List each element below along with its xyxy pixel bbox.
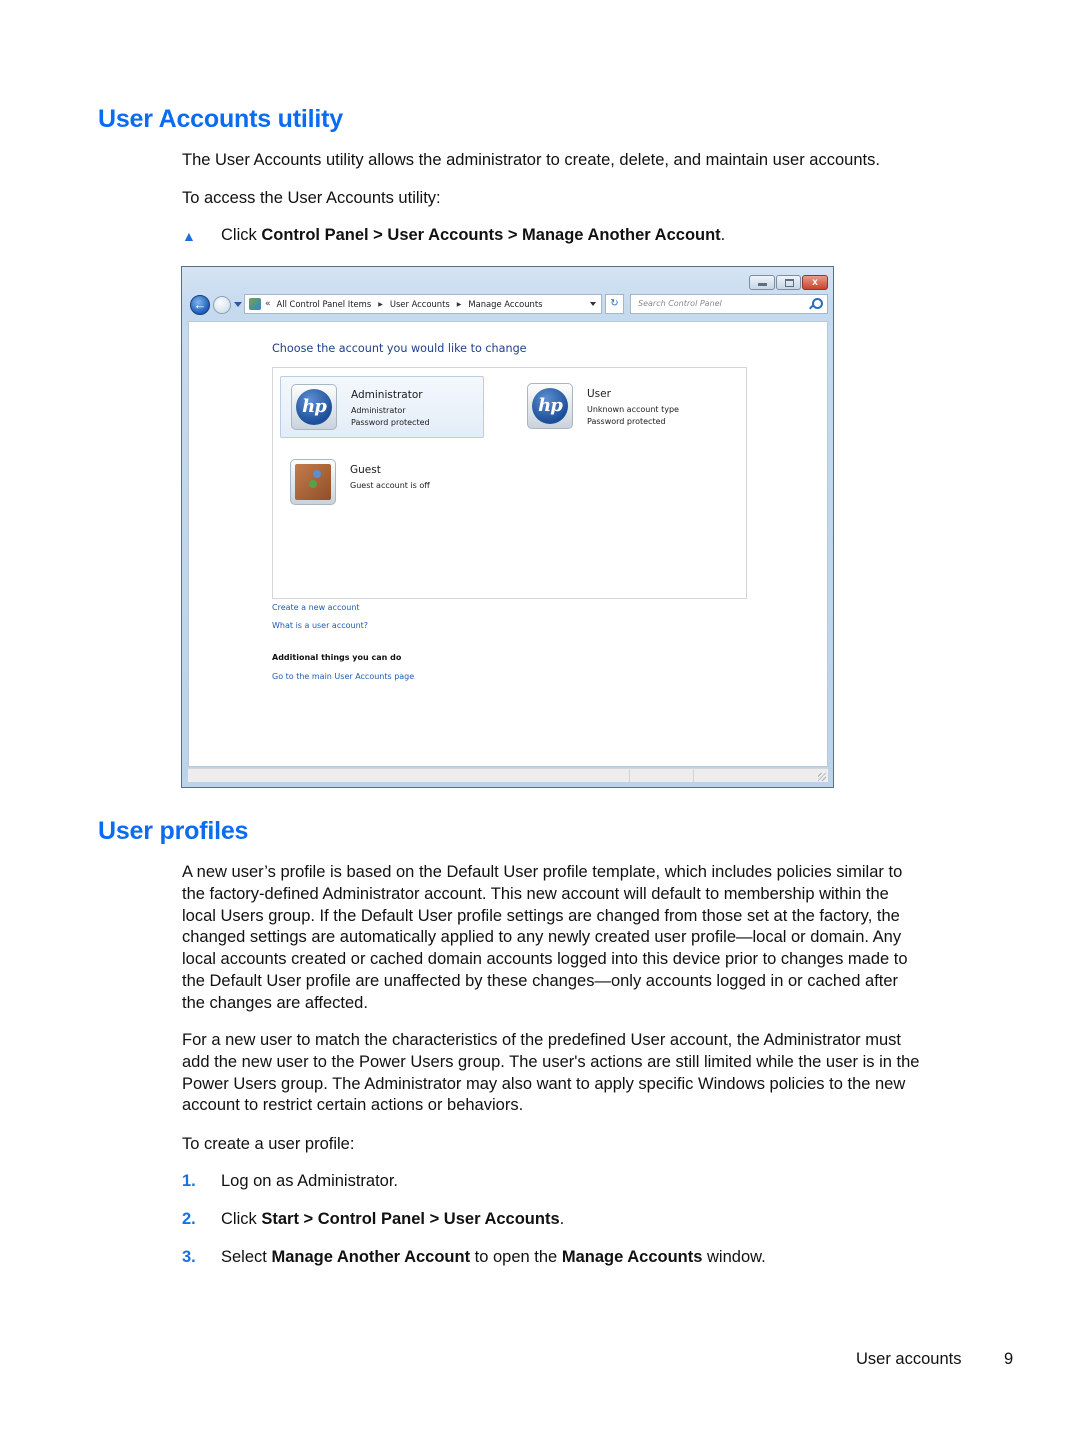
close-button[interactable]: x <box>802 275 828 290</box>
instruction-prefix: Click <box>221 226 262 244</box>
back-button[interactable]: ← <box>190 295 210 315</box>
search-placeholder: Search Control Panel <box>638 299 722 308</box>
additional-things-heading: Additional things you can do <box>272 653 402 662</box>
overflow-chevron-icon[interactable]: « <box>265 299 271 309</box>
search-icon[interactable] <box>812 298 823 309</box>
step-text: Click <box>221 1210 262 1228</box>
step-text: . <box>559 1210 565 1228</box>
step-emphasis: Manage Accounts <box>561 1248 703 1266</box>
account-name: Guest <box>350 464 381 476</box>
control-panel-icon <box>249 298 261 310</box>
account-tile-administrator[interactable]: hp Administrator Administrator Password … <box>280 376 484 438</box>
breadcrumb-separator-icon[interactable]: ▶ <box>457 301 462 308</box>
step-path: Start > Control Panel > User Accounts <box>261 1210 560 1228</box>
minimize-button[interactable] <box>749 275 775 290</box>
instruction-path: Control Panel > User Accounts > Manage A… <box>261 226 721 244</box>
address-bar[interactable]: « All Control Panel Items ▶ User Account… <box>244 294 602 314</box>
step-text: window. <box>702 1248 766 1266</box>
text-line: For a new user to match the characterist… <box>182 1031 901 1049</box>
manage-accounts-window-screenshot: x ← « All Control Panel Items ▶ User Acc… <box>181 266 834 788</box>
breadcrumb-separator-icon[interactable]: ▶ <box>378 301 383 308</box>
breadcrumb-all-control-panel-items[interactable]: All Control Panel Items <box>277 299 372 309</box>
choose-account-heading: Choose the account you would like to cha… <box>272 342 527 355</box>
account-status: Guest account is off <box>350 481 430 490</box>
footer-section-label: User accounts <box>856 1350 962 1368</box>
breadcrumb-user-accounts[interactable]: User Accounts <box>390 299 450 309</box>
breadcrumb-manage-accounts[interactable]: Manage Accounts <box>468 299 542 309</box>
instruction-suffix: . <box>720 226 726 244</box>
resize-grip-icon[interactable] <box>818 773 826 781</box>
account-list: hp Administrator Administrator Password … <box>272 367 747 599</box>
text-line: the changes are affected. <box>182 993 368 1012</box>
suitcase-icon <box>295 464 331 500</box>
status-divider <box>693 769 694 782</box>
intro-paragraph: The User Accounts utility allows the adm… <box>182 151 880 169</box>
refresh-icon: ↻ <box>610 298 619 309</box>
text-line: the factory-defined Administrator accoun… <box>182 884 889 903</box>
text-line: account to restrict certain actions or b… <box>182 1096 524 1115</box>
text-line: changed settings are automatically appli… <box>182 928 902 947</box>
status-bar <box>188 768 828 782</box>
access-instruction: Click Control Panel > User Accounts > Ma… <box>221 226 725 245</box>
account-name: User <box>587 388 611 400</box>
recent-pages-dropdown[interactable] <box>234 302 242 307</box>
text-line: Power Users group. The Administrator may… <box>182 1074 906 1093</box>
page-number: 9 <box>1004 1350 1014 1368</box>
text-line: local accounts created or cached domain … <box>182 950 908 969</box>
create-new-account-link[interactable]: Create a new account <box>272 603 360 612</box>
step-text: Log on as Administrator. <box>221 1172 399 1190</box>
step-3: Select Manage Another Account to open th… <box>221 1248 766 1267</box>
avatar <box>290 459 336 505</box>
step-number: 3. <box>182 1248 196 1266</box>
create-profile-label: To create a user profile: <box>182 1135 355 1153</box>
access-label: To access the User Accounts utility: <box>182 189 441 207</box>
account-password-status: Password protected <box>587 417 666 426</box>
step-2: Click Start > Control Panel > User Accou… <box>221 1210 564 1229</box>
maximize-button[interactable] <box>776 275 801 290</box>
what-is-user-account-link[interactable]: What is a user account? <box>272 621 368 630</box>
text-line: A new user’s profile is based on the Def… <box>182 863 903 881</box>
close-icon: x <box>812 277 818 288</box>
triangle-bullet-icon: ▲ <box>182 228 196 244</box>
status-divider <box>629 769 630 782</box>
profile-paragraph-2: For a new user to match the characterist… <box>182 1030 1002 1117</box>
search-input[interactable]: Search Control Panel <box>630 294 828 314</box>
text-line: local Users group. If the Default User p… <box>182 906 900 925</box>
text-line: the Default User profile are unaffected … <box>182 971 899 990</box>
account-tile-guest[interactable]: Guest Guest account is off <box>280 452 484 514</box>
account-type: Unknown account type <box>587 405 679 414</box>
account-tile-user[interactable]: hp User Unknown account type Password pr… <box>517 376 721 438</box>
avatar: hp <box>291 384 337 430</box>
main-user-accounts-page-link[interactable]: Go to the main User Accounts page <box>272 672 414 681</box>
section-heading-user-profiles: User profiles <box>98 817 249 845</box>
step-emphasis: Manage Another Account <box>271 1248 471 1266</box>
account-type: Administrator <box>351 406 406 415</box>
content-pane: Choose the account you would like to cha… <box>188 321 828 767</box>
hp-logo-icon: hp <box>532 388 568 424</box>
text-line: add the new user to the Power Users grou… <box>182 1052 920 1071</box>
step-text: Select <box>221 1248 272 1266</box>
section-heading-user-accounts-utility: User Accounts utility <box>98 105 343 133</box>
back-arrow-icon: ← <box>193 297 207 312</box>
step-number: 1. <box>182 1172 196 1190</box>
avatar: hp <box>527 383 573 429</box>
address-dropdown-icon[interactable] <box>590 302 596 306</box>
profile-paragraph-1: A new user’s profile is based on the Def… <box>182 862 1002 1015</box>
account-password-status: Password protected <box>351 418 430 427</box>
step-1: Log on as Administrator. <box>221 1172 398 1191</box>
refresh-button[interactable]: ↻ <box>605 294 624 314</box>
forward-button[interactable] <box>213 296 231 314</box>
step-number: 2. <box>182 1210 196 1228</box>
step-text: to open the <box>470 1248 562 1266</box>
account-name: Administrator <box>351 389 423 401</box>
hp-logo-icon: hp <box>296 389 332 425</box>
